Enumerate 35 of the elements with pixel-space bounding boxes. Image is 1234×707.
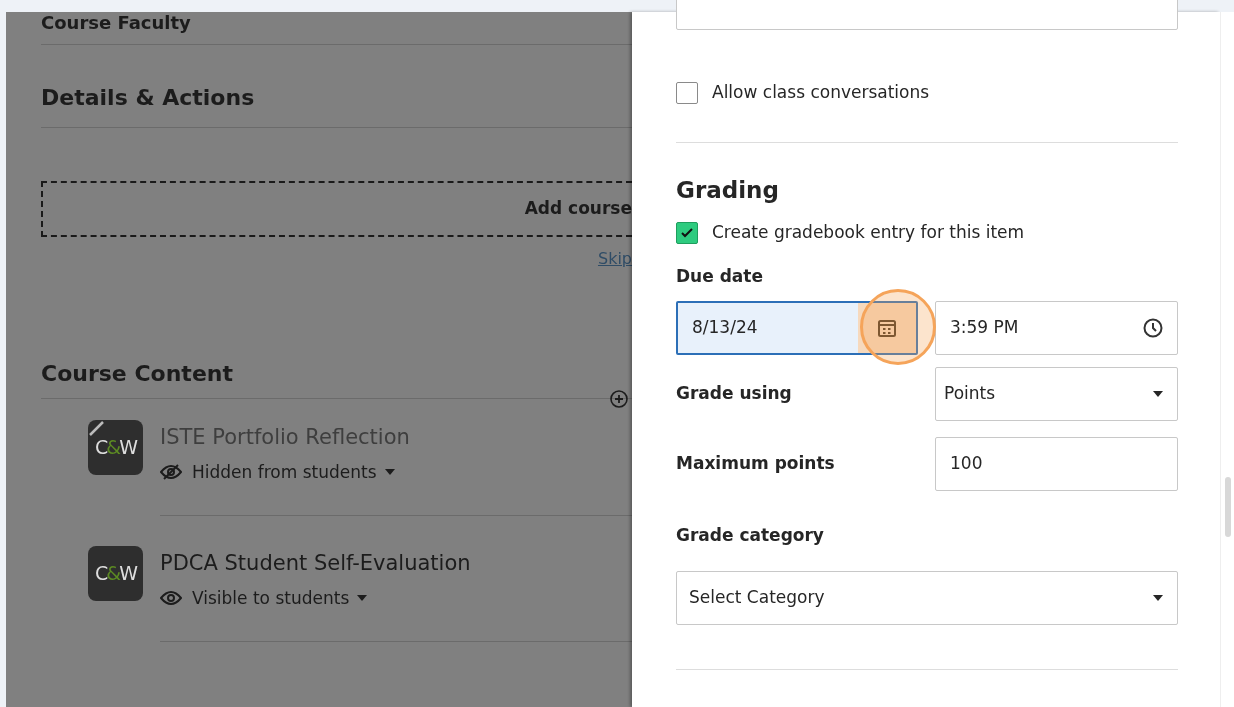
add-icon[interactable] xyxy=(610,390,628,408)
date-field[interactable]: 8/13/24 xyxy=(676,301,918,356)
field-label: Due date xyxy=(676,264,764,288)
time-value: 3:59 PM xyxy=(950,316,1019,340)
date-value: 8/13/24 xyxy=(692,316,758,340)
clock-icon xyxy=(1143,318,1163,339)
calendar-button[interactable] xyxy=(858,303,916,354)
calendar-icon xyxy=(877,318,897,339)
field-label: Maximum points xyxy=(676,452,836,476)
add-course-text: Add course xyxy=(524,197,632,221)
checkbox[interactable] xyxy=(676,81,698,104)
visibility-dropdown[interactable]: Hidden from students xyxy=(192,459,395,485)
caret-icon xyxy=(1153,594,1163,601)
grade-dropdown[interactable]: Points xyxy=(935,367,1178,422)
check-icon xyxy=(681,227,693,238)
item-title[interactable]: PDCA Student Self-Evaluation xyxy=(160,548,632,580)
caret-icon xyxy=(1153,391,1163,398)
section-heading: Course Faculty xyxy=(41,12,192,34)
checkbox-label: Create gradebook entry for this item xyxy=(712,221,1025,245)
section-heading: Course Content xyxy=(41,361,233,388)
checkbox[interactable] xyxy=(676,221,698,244)
field-label: Grade using xyxy=(676,382,793,406)
field-label: Grade category xyxy=(676,524,825,548)
course-logo: C&W xyxy=(88,546,143,601)
category-dropdown[interactable]: Select Category xyxy=(676,570,1178,625)
checkbox-label: Allow class conversations xyxy=(712,81,930,104)
time-field[interactable]: 3:59 PM xyxy=(935,301,1178,356)
caret-icon xyxy=(384,469,395,476)
caret-icon xyxy=(357,595,368,602)
course-logo: C&W xyxy=(88,420,143,475)
points-field[interactable]: 100 xyxy=(935,437,1178,492)
visibility-dropdown[interactable]: Visible to students xyxy=(192,585,368,611)
section-heading: Grading xyxy=(676,176,780,205)
scrollbar-thumb[interactable] xyxy=(1225,477,1231,537)
section-heading: Details & Actions xyxy=(41,85,256,112)
